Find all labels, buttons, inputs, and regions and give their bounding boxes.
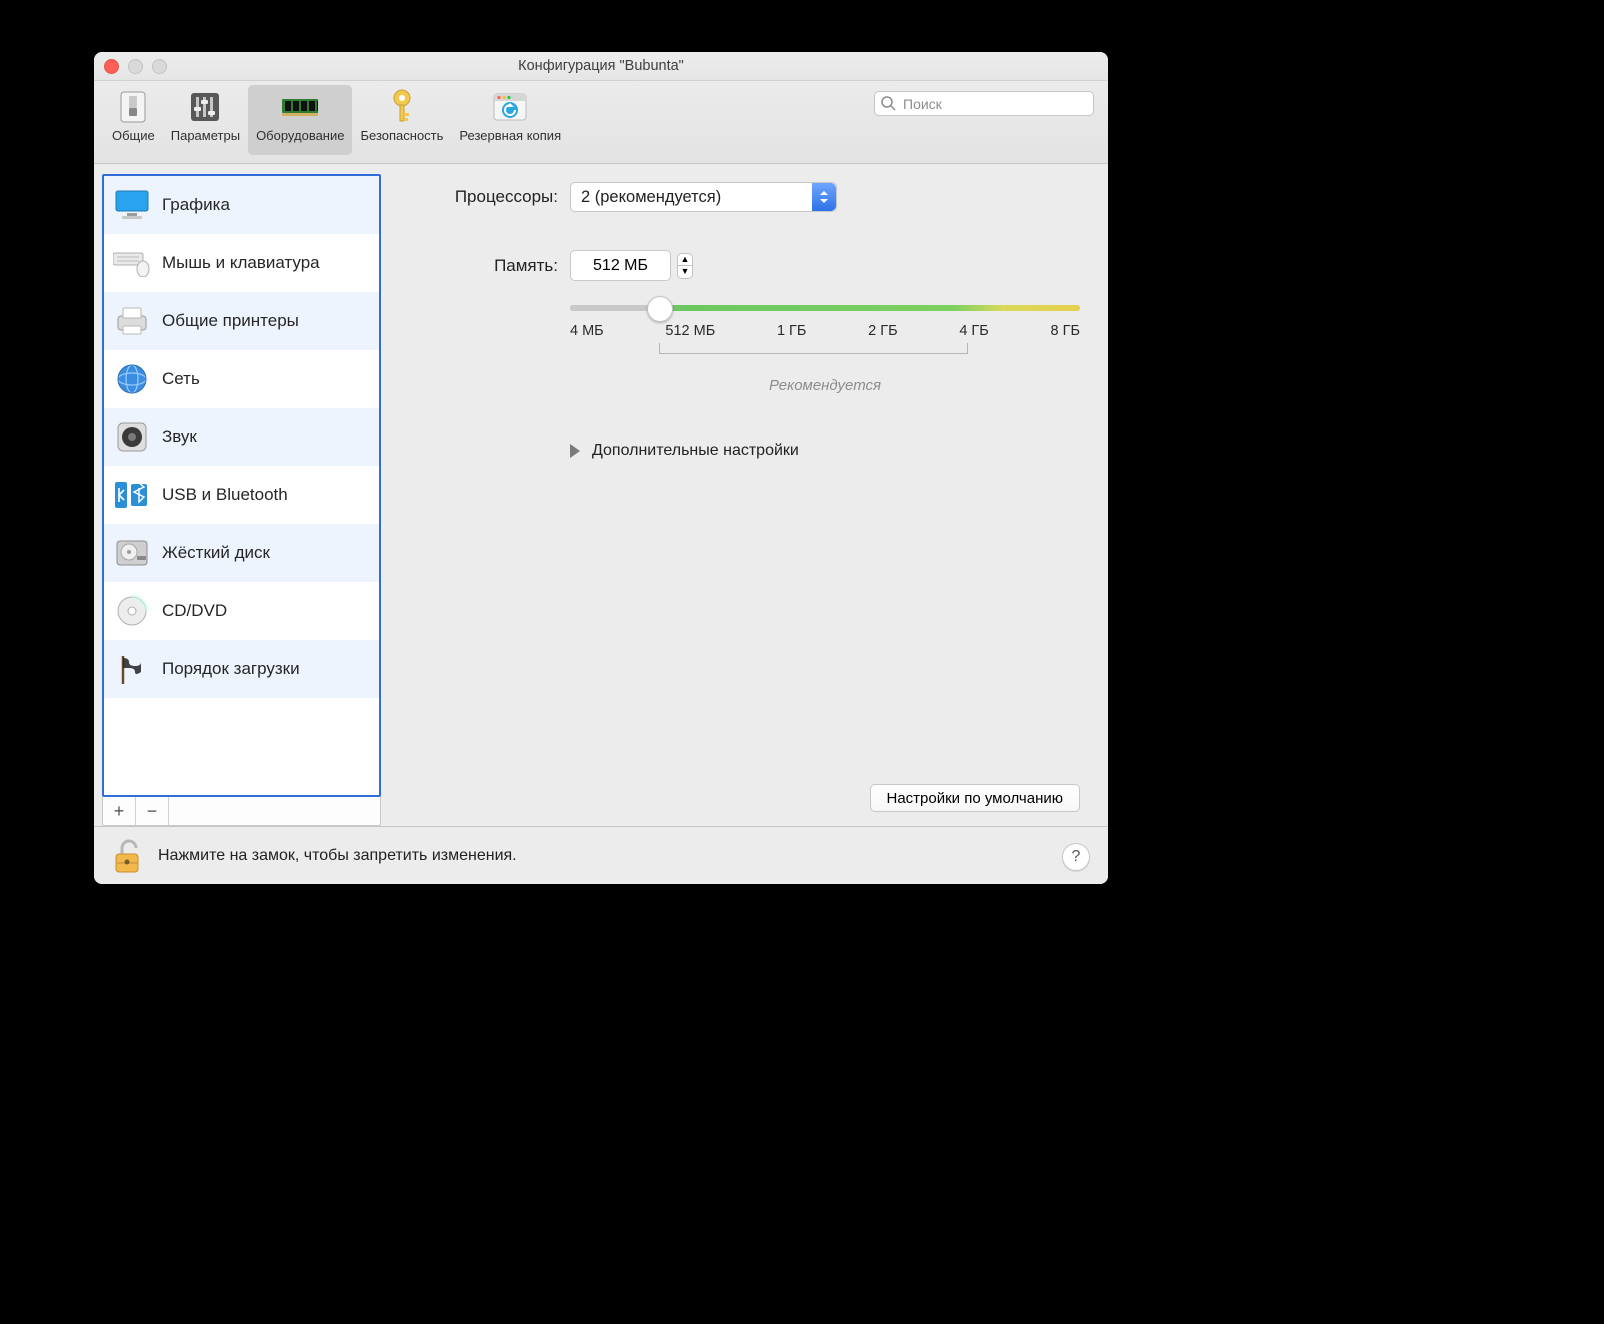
hardware-sidebar: Графика Мышь и клавиатура Общие принтеры… [102, 174, 381, 797]
zoom-window-button[interactable] [152, 59, 167, 74]
tab-security[interactable]: Безопасность [352, 85, 451, 155]
cpu-select[interactable]: 2 (рекомендуется) [570, 182, 837, 212]
monitor-icon [112, 185, 152, 225]
remove-device-button[interactable]: − [136, 797, 169, 825]
recommended-range-label: Рекомендуется [570, 377, 1080, 394]
sidebar-item-label: Жёсткий диск [162, 543, 270, 563]
switch-icon [115, 89, 151, 125]
sidebar-item-label: Сеть [162, 369, 200, 389]
disclosure-triangle-icon [570, 444, 580, 458]
tab-hardware[interactable]: Оборудование [248, 85, 352, 155]
memory-slider-thumb[interactable] [647, 296, 673, 322]
keyboard-mouse-icon [112, 243, 152, 283]
sidebar-item-label: Звук [162, 427, 197, 447]
tick-label: 512 МБ [665, 323, 715, 339]
sidebar-item-label: Графика [162, 195, 230, 215]
window-footer: Нажмите на замок, чтобы запретить измене… [94, 826, 1108, 884]
memory-step-up[interactable]: ▲ [677, 253, 693, 266]
tab-label: Параметры [171, 128, 240, 143]
sidebar-item-printers[interactable]: Общие принтеры [104, 292, 379, 350]
memory-stepper[interactable]: ▲ ▼ [677, 253, 693, 279]
sidebar-item-cd-dvd[interactable]: CD/DVD [104, 582, 379, 640]
dropdown-arrows-icon [812, 183, 836, 211]
tab-label: Резервная копия [459, 128, 561, 143]
tab-options[interactable]: Параметры [163, 85, 248, 155]
memory-slider-ticks: 4 МБ 512 МБ 1 ГБ 2 ГБ 4 ГБ 8 ГБ [570, 323, 1080, 339]
tick-label: 1 ГБ [777, 323, 806, 339]
memory-input[interactable] [570, 250, 671, 281]
key-icon [384, 89, 420, 125]
memory-slider[interactable] [570, 305, 1080, 311]
tab-label: Безопасность [360, 128, 443, 143]
disc-icon [112, 591, 152, 631]
sidebar-item-boot-order[interactable]: Порядок загрузки [104, 640, 379, 698]
memory-label: Память: [415, 256, 570, 276]
globe-icon [112, 359, 152, 399]
hardware-settings-pane: Процессоры: 2 (рекомендуется) Память: ▲ … [381, 164, 1108, 826]
minimize-window-button[interactable] [128, 59, 143, 74]
config-window: Конфигурация "Bubunta" Общие Параметры [94, 52, 1108, 884]
tick-label: 4 МБ [570, 323, 604, 339]
sidebar-item-network[interactable]: Сеть [104, 350, 379, 408]
ram-icon [282, 89, 318, 125]
sidebar-add-remove-bar: + − [102, 797, 381, 826]
flag-icon [112, 649, 152, 689]
cpu-label: Процессоры: [415, 187, 570, 207]
cpu-select-value: 2 (рекомендуется) [581, 188, 721, 207]
sidebar-item-graphics[interactable]: Графика [104, 176, 379, 234]
sidebar-item-mouse-keyboard[interactable]: Мышь и клавиатура [104, 234, 379, 292]
sidebar-item-hard-disk[interactable]: Жёсткий диск [104, 524, 379, 582]
close-window-button[interactable] [104, 59, 119, 74]
toolbar: Общие Параметры Оборудование Безопасност… [94, 81, 1108, 164]
titlebar: Конфигурация "Bubunta" [94, 52, 1108, 81]
tab-label: Оборудование [256, 128, 344, 143]
search-icon [881, 96, 896, 111]
advanced-settings-label: Дополнительные настройки [592, 442, 799, 460]
usb-bluetooth-icon [112, 475, 152, 515]
sidebar-item-label: Общие принтеры [162, 311, 299, 331]
advanced-settings-disclosure[interactable]: Дополнительные настройки [570, 442, 1080, 460]
sidebar-item-label: USB и Bluetooth [162, 485, 288, 505]
sidebar-item-label: Порядок загрузки [162, 659, 300, 679]
speaker-icon [112, 417, 152, 457]
sliders-icon [187, 89, 223, 125]
memory-step-down[interactable]: ▼ [677, 266, 693, 279]
sidebar-item-label: CD/DVD [162, 601, 227, 621]
tick-label: 4 ГБ [959, 323, 988, 339]
add-device-button[interactable]: + [103, 797, 136, 825]
tab-backup[interactable]: Резервная копия [451, 85, 569, 155]
tab-label: Общие [112, 128, 155, 143]
window-title: Конфигурация "Bubunta" [518, 58, 684, 74]
printer-icon [112, 301, 152, 341]
sidebar-item-usb-bluetooth[interactable]: USB и Bluetooth [104, 466, 379, 524]
tab-general[interactable]: Общие [104, 85, 163, 155]
tick-label: 2 ГБ [868, 323, 897, 339]
tick-label: 8 ГБ [1051, 323, 1080, 339]
time-machine-icon [492, 89, 528, 125]
sidebar-item-sound[interactable]: Звук [104, 408, 379, 466]
restore-defaults-button[interactable]: Настройки по умолчанию [870, 784, 1081, 812]
lock-hint-text: Нажмите на замок, чтобы запретить измене… [158, 847, 517, 865]
unlocked-padlock-icon[interactable] [112, 838, 144, 874]
hard-disk-icon [112, 533, 152, 573]
search-input[interactable] [874, 91, 1094, 116]
help-button[interactable]: ? [1062, 843, 1090, 871]
sidebar-item-label: Мышь и клавиатура [162, 253, 320, 273]
